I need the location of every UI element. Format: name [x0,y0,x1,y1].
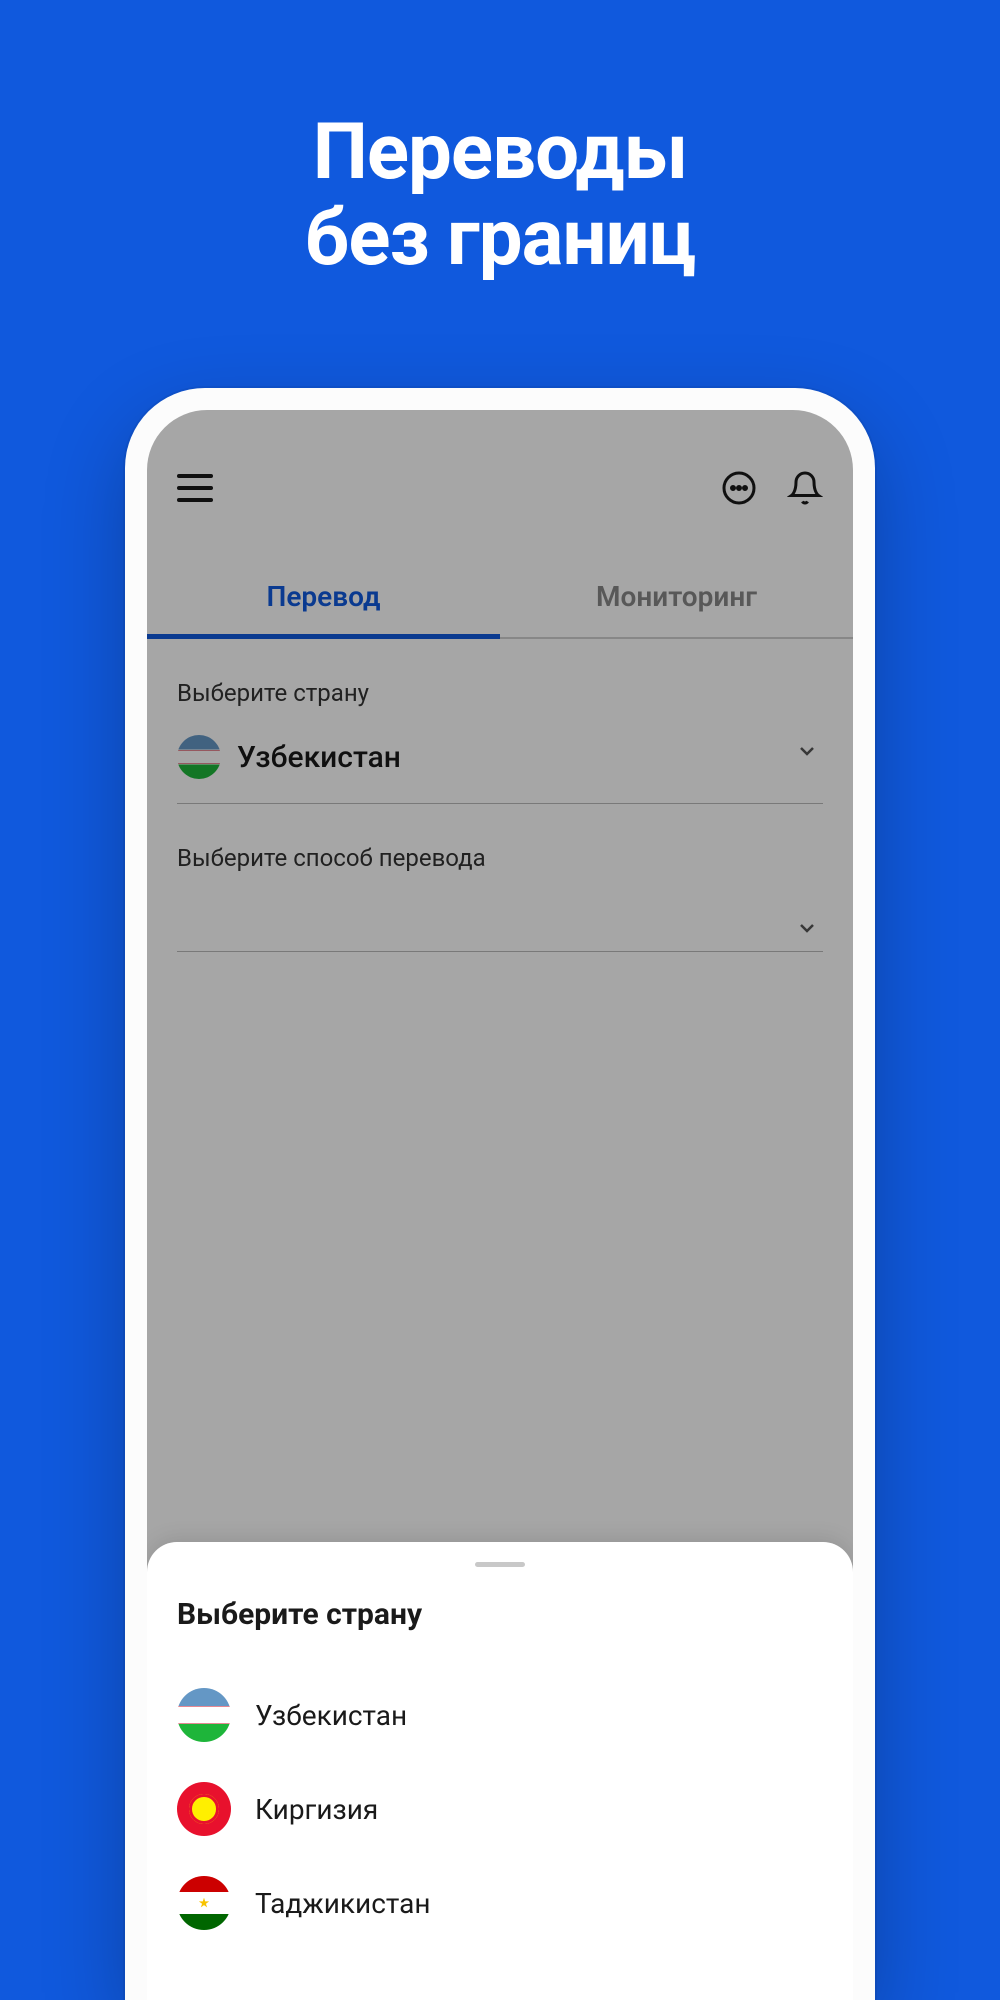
flag-icon-kg [177,1782,231,1836]
phone-frame: Перевод Мониторинг Выберите страну Узбек… [125,388,875,2000]
flag-icon-tj [177,1876,231,1930]
country-option-kg[interactable]: Киргизия [177,1762,823,1856]
country-option-tj[interactable]: Таджикистан [177,1856,823,1950]
sheet-handle[interactable] [475,1562,525,1567]
bottom-sheet: Выберите страну Узбекистан Киргизия Тадж… [147,1542,853,2000]
country-option-label: Таджикистан [255,1887,430,1920]
country-option-uz[interactable]: Узбекистан [177,1668,823,1762]
country-option-label: Киргизия [255,1793,378,1826]
screen: Перевод Мониторинг Выберите страну Узбек… [147,410,853,2000]
flag-icon-uz [177,1688,231,1742]
country-option-label: Узбекистан [255,1699,407,1732]
hero-title: Переводы без границ [0,0,1000,282]
sheet-title: Выберите страну [177,1597,823,1632]
